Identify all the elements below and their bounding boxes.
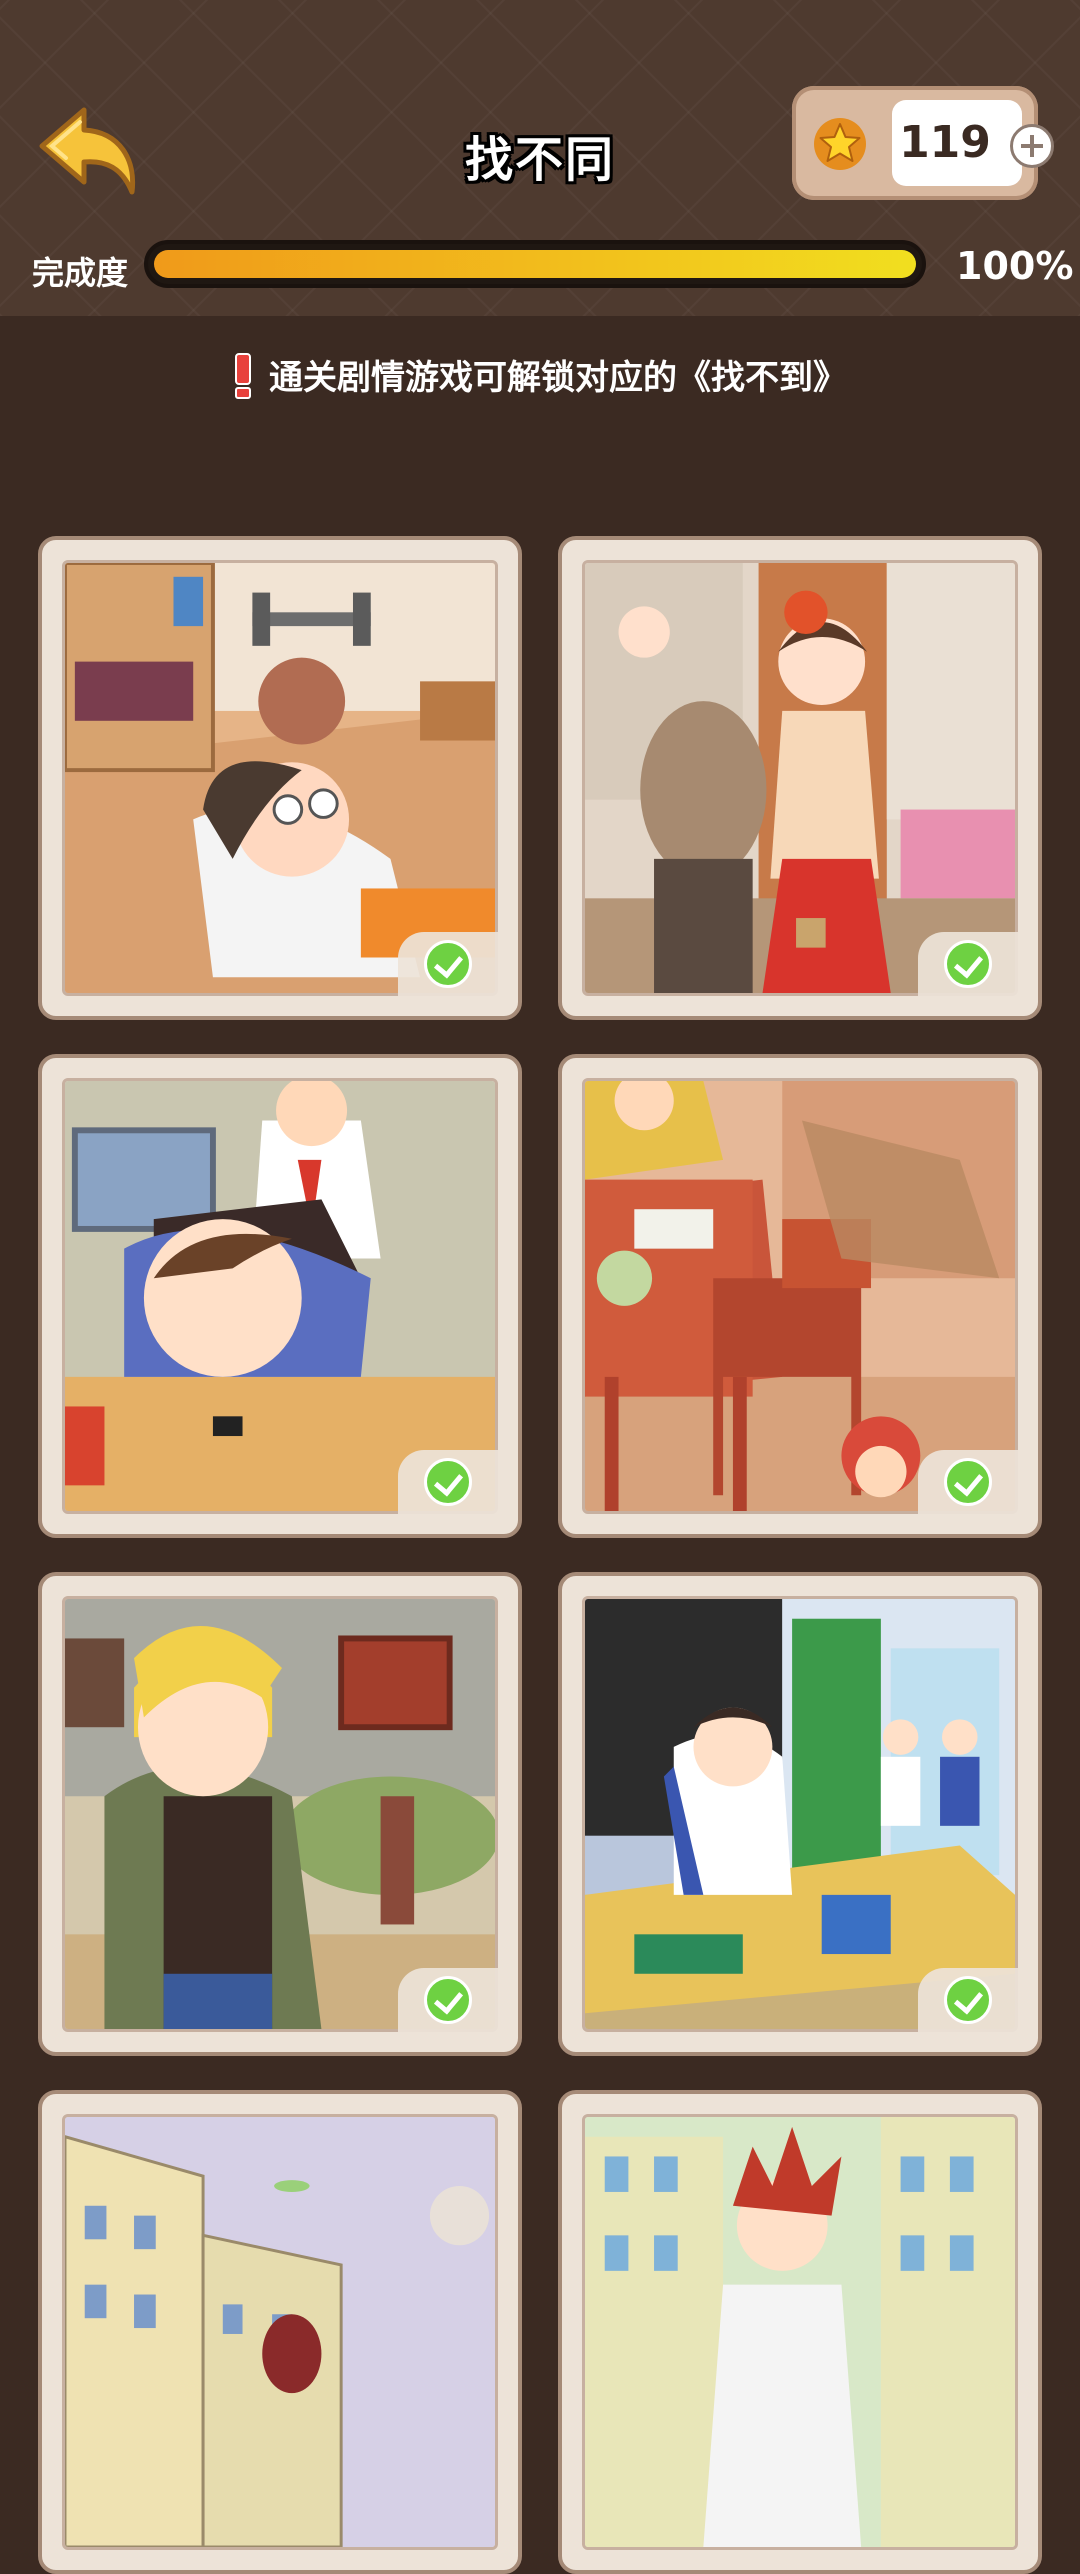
- check-icon: [944, 1458, 992, 1506]
- check-icon: [424, 1976, 472, 2024]
- level-thumbnail: [62, 560, 498, 996]
- star-icon: [814, 118, 866, 170]
- completed-badge: [398, 1968, 498, 2032]
- coin-value-box: 119: [892, 100, 1022, 186]
- level-thumbnail: [582, 560, 1018, 996]
- level-card-5[interactable]: [38, 1572, 522, 2056]
- exclamation-icon: [233, 352, 253, 399]
- level-card-4[interactable]: [558, 1054, 1042, 1538]
- completed-badge: [398, 1450, 498, 1514]
- completed-badge: [918, 1450, 1018, 1514]
- completed-badge: [918, 932, 1018, 996]
- progress-bar: [144, 240, 926, 288]
- completed-badge: [398, 932, 498, 996]
- level-thumbnail: [582, 1596, 1018, 2032]
- level-card-3[interactable]: [38, 1054, 522, 1538]
- top-bar: 找不同 119 完成度 100%: [0, 0, 1080, 316]
- level-card-8[interactable]: [558, 2090, 1042, 2574]
- completed-badge: [918, 1968, 1018, 2032]
- level-card-7[interactable]: [38, 2090, 522, 2574]
- progress-fill: [154, 250, 916, 278]
- notice-text: 通关剧情游戏可解锁对应的《找不到》: [269, 358, 847, 398]
- level-thumbnail: [582, 1078, 1018, 1514]
- level-card-1[interactable]: [38, 536, 522, 1020]
- add-coins-button[interactable]: [1010, 124, 1054, 168]
- progress-percent: 100%: [956, 244, 1074, 288]
- check-icon: [424, 1458, 472, 1506]
- level-thumbnail: [582, 2114, 1018, 2550]
- check-icon: [944, 1976, 992, 2024]
- level-card-6[interactable]: [558, 1572, 1042, 2056]
- level-thumbnail: [62, 1078, 498, 1514]
- unlock-notice: 通关剧情游戏可解锁对应的《找不到》: [0, 350, 1080, 403]
- check-icon: [944, 940, 992, 988]
- progress-label: 完成度: [32, 254, 129, 292]
- level-thumbnail: [62, 2114, 498, 2550]
- level-thumbnail: [62, 1596, 498, 2032]
- check-icon: [424, 940, 472, 988]
- coin-counter: 119: [792, 86, 1054, 200]
- coin-value: 119: [899, 117, 991, 168]
- level-card-2[interactable]: [558, 536, 1042, 1020]
